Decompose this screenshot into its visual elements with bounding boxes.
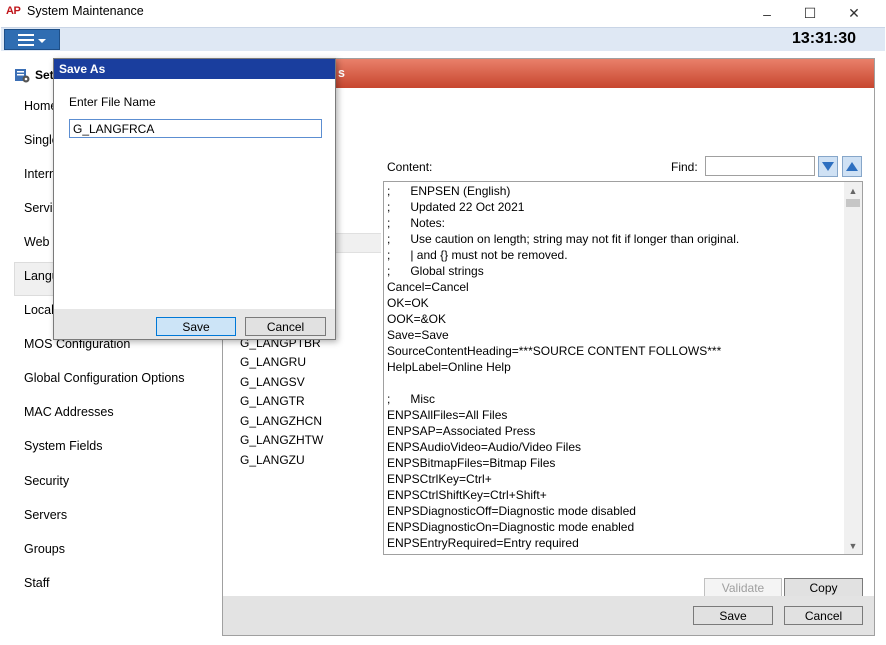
content-line: [387, 375, 842, 391]
main-menu-button[interactable]: [4, 29, 60, 50]
content-line: ENPSCtrlKey=Ctrl+: [387, 472, 492, 486]
validate-button[interactable]: Validate: [704, 578, 782, 597]
sidebar-header-label: Set: [35, 68, 54, 82]
content-line: HelpLabel=Online Help: [387, 360, 511, 374]
content-line: Save=Save: [387, 328, 449, 342]
content-line: Cancel=Cancel: [387, 280, 469, 294]
save-as-dialog: Save As Enter File Name Save Cancel: [53, 58, 336, 340]
app-logo: AP: [6, 5, 21, 17]
dialog-save-button[interactable]: Save: [156, 317, 236, 336]
content-label: Content:: [387, 160, 433, 174]
language-item[interactable]: G_LANGZHTW: [240, 431, 323, 450]
scroll-up-icon[interactable]: ▲: [844, 182, 862, 199]
main-header-title: s: [338, 66, 345, 80]
content-line: ; Misc: [387, 392, 435, 406]
find-label: Find:: [671, 160, 698, 174]
filename-input[interactable]: [69, 119, 322, 138]
sidebar-item-servers[interactable]: Servers: [24, 505, 67, 525]
save-button[interactable]: Save: [693, 606, 773, 625]
sidebar-item-local[interactable]: Local: [24, 300, 54, 320]
content-line: ; ENPSEN (English): [387, 184, 511, 198]
copy-button[interactable]: Copy: [784, 578, 863, 597]
maximize-button[interactable]: ☐: [788, 0, 832, 27]
sidebar-item-system-fields[interactable]: System Fields: [24, 436, 103, 456]
content-line: ENPSBitmapFiles=Bitmap Files: [387, 456, 556, 470]
content-line: ENPSAP=Associated Press: [387, 424, 536, 438]
content-line: ; Updated 22 Oct 2021: [387, 200, 525, 214]
content-textarea[interactable]: ; ENPSEN (English) ; Updated 22 Oct 2021…: [383, 181, 863, 555]
scroll-thumb[interactable]: [846, 199, 860, 207]
sidebar-item-intern[interactable]: Intern: [24, 164, 56, 184]
sidebar-item-groups[interactable]: Groups: [24, 539, 65, 559]
main-footer: [223, 596, 874, 635]
sidebar-item-global-configuration-options[interactable]: Global Configuration Options: [24, 368, 185, 388]
clock: 13:31:30: [791, 30, 856, 47]
content-line: ENPSAllFiles=All Files: [387, 408, 508, 422]
arrow-down-icon: [822, 162, 834, 171]
content-line: ENPSAudioVideo=Audio/Video Files: [387, 440, 582, 454]
menu-strip: 13:31:30: [1, 27, 885, 51]
find-previous-button[interactable]: [842, 156, 862, 177]
content-line: ; Notes:: [387, 216, 446, 230]
content-line: OK=OK: [387, 296, 429, 310]
content-line: ENPSCtrlShiftKey=Ctrl+Shift+: [387, 488, 547, 502]
content-scrollbar[interactable]: ▲ ▼: [844, 182, 862, 554]
language-item[interactable]: G_LANGSV: [240, 373, 305, 392]
content-line: SourceContentHeading=***SOURCE CONTENT F…: [387, 344, 722, 358]
language-item[interactable]: G_LANGRU: [240, 353, 306, 372]
sidebar-item-mac-addresses[interactable]: MAC Addresses: [24, 402, 114, 422]
content-text: ; ENPSEN (English) ; Updated 22 Oct 2021…: [387, 183, 842, 551]
language-item[interactable]: G_LANGZHCN: [240, 412, 322, 431]
content-line: ; Use caution on length; string may not …: [387, 232, 740, 246]
content-line: ENPSDiagnosticOn=Diagnostic mode enabled: [387, 520, 635, 534]
language-item[interactable]: G_LANGZU: [240, 451, 305, 470]
content-line: ENPSEntryRequired=Entry required: [387, 536, 579, 550]
content-line: ; Global strings: [387, 264, 484, 278]
sidebar-item-staff[interactable]: Staff: [24, 573, 49, 593]
language-item[interactable]: G_LANGTR: [240, 392, 305, 411]
arrow-up-icon: [846, 162, 858, 171]
filename-label: Enter File Name: [69, 95, 156, 109]
scroll-down-icon[interactable]: ▼: [844, 537, 862, 554]
chevron-down-icon: [38, 38, 46, 43]
settings-icon: [15, 69, 30, 83]
sidebar-item-security[interactable]: Security: [24, 471, 69, 491]
menu-icon: [18, 33, 34, 46]
close-button[interactable]: ✕: [832, 0, 876, 27]
find-input[interactable]: [705, 156, 815, 176]
content-line: ENPSDiagnosticOff=Diagnostic mode disabl…: [387, 504, 636, 518]
cancel-button[interactable]: Cancel: [784, 606, 863, 625]
minimize-button[interactable]: –: [745, 0, 789, 27]
find-next-button[interactable]: [818, 156, 838, 177]
window-title: System Maintenance: [27, 4, 144, 18]
content-line: ; | and {} must not be removed.: [387, 248, 568, 262]
dialog-cancel-button[interactable]: Cancel: [245, 317, 326, 336]
dialog-title: Save As: [59, 62, 106, 76]
sidebar-header: Set: [14, 65, 54, 85]
dialog-title-bar: Save As: [54, 59, 335, 79]
content-line: OOK=&OK: [387, 312, 447, 326]
title-bar: AP System Maintenance – ☐ ✕: [0, 0, 886, 27]
